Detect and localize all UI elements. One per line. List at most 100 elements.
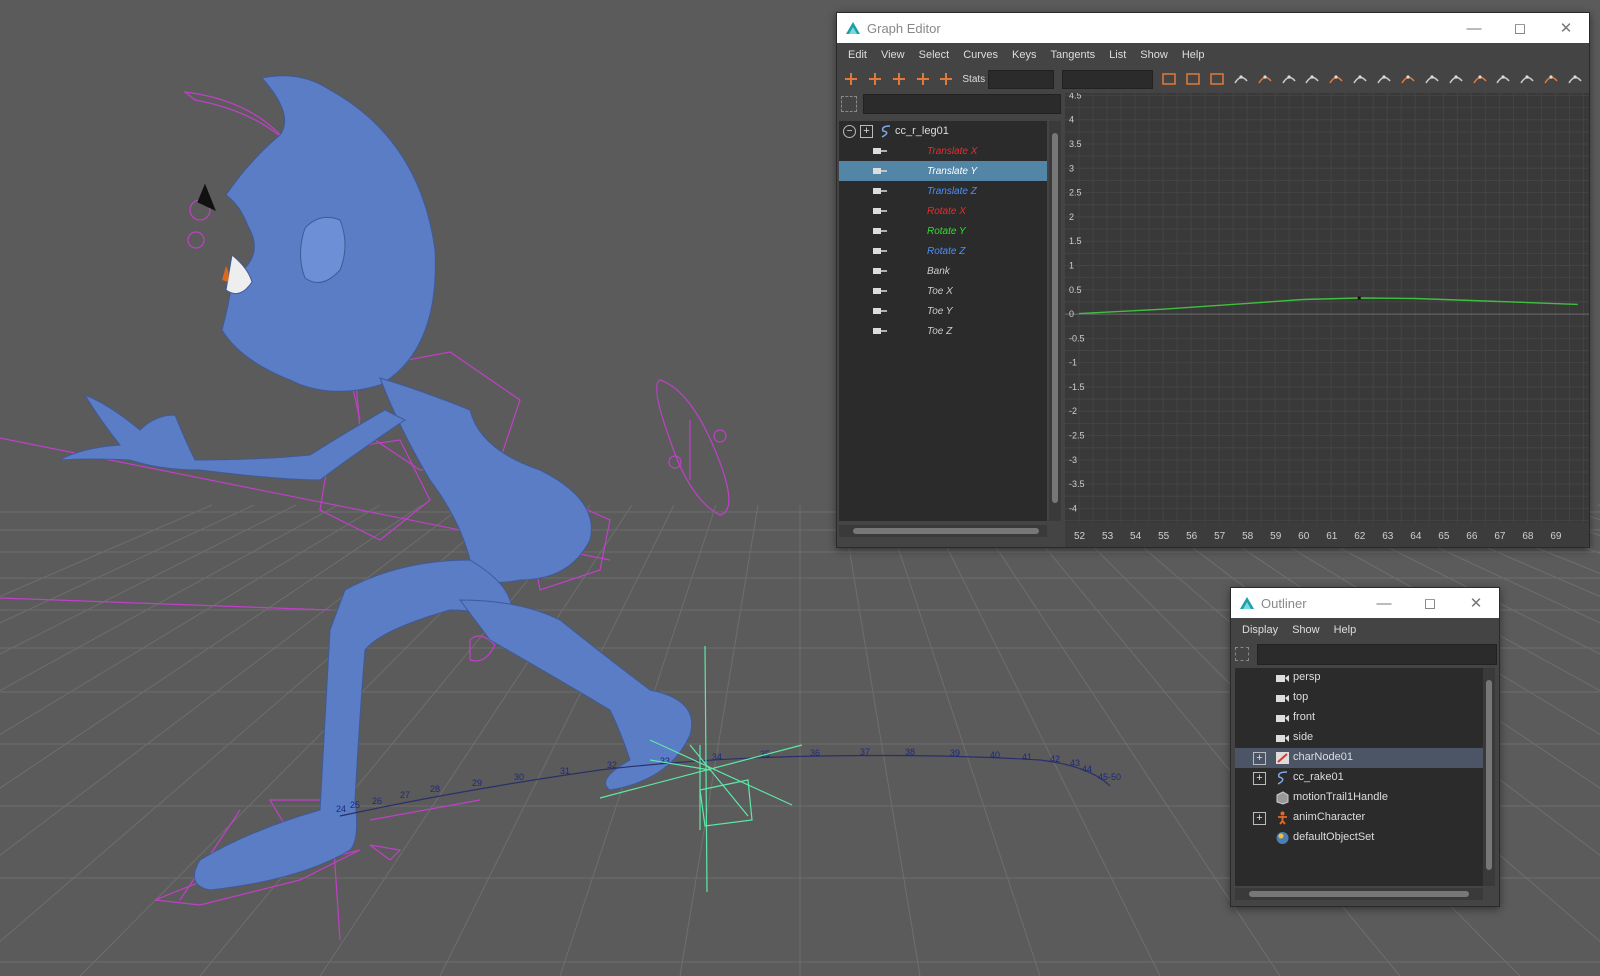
channel-row[interactable]: Rotate Z xyxy=(839,241,1047,261)
minimize-icon[interactable]: — xyxy=(1361,588,1407,618)
character-node-icon xyxy=(1276,752,1289,764)
outliner-search-input[interactable] xyxy=(1257,643,1497,665)
outliner-item-charNode01[interactable]: + charNode01 xyxy=(1235,748,1483,768)
lattice-deform-icon[interactable] xyxy=(889,70,909,88)
channel-label: Rotate Z xyxy=(927,245,966,257)
outliner-item-label: front xyxy=(1293,711,1316,723)
ge-menu-keys[interactable]: Keys xyxy=(1005,49,1043,61)
expand-icon[interactable]: + xyxy=(1253,772,1266,785)
channel-row[interactable]: Toe Z xyxy=(839,321,1047,341)
ol-menu-display[interactable]: Display xyxy=(1235,624,1285,636)
center-current-icon[interactable] xyxy=(1207,70,1227,88)
trail-frame-label: 40 xyxy=(990,750,1000,760)
y-tick-label: -3 xyxy=(1069,455,1077,465)
channel-row[interactable]: Translate X xyxy=(839,141,1047,161)
x-tick-label: 60 xyxy=(1298,531,1310,542)
stats-value-field[interactable] xyxy=(1061,69,1154,89)
curve-graph-view[interactable]: 4.5 4 3.5 3 2.5 2 1.5 1 0.5 0 -0.5 -1 -1.5 -2 -2.5 -3 -3… xyxy=(1065,93,1589,547)
graph-editor-titlebar[interactable]: Graph Editor — ◻ ✕ xyxy=(837,13,1589,43)
outliner-item-side[interactable]: side xyxy=(1235,728,1483,748)
linear-tangent-icon[interactable] xyxy=(1302,70,1322,88)
ge-menu-show[interactable]: Show xyxy=(1133,49,1175,61)
channel-row[interactable]: Bank xyxy=(839,261,1047,281)
curve-icon xyxy=(1277,771,1288,785)
outliner-vertical-scrollbar[interactable] xyxy=(1483,668,1495,886)
auto-tangent-icon[interactable] xyxy=(1231,70,1251,88)
filter-icon[interactable] xyxy=(841,96,857,112)
channel-row[interactable]: Toe X xyxy=(839,281,1047,301)
outliner-list[interactable]: persp top front side + charNode01 + cc_rake01 mo… xyxy=(1235,668,1483,886)
outliner-item-defaultObjectSet[interactable]: defaultObjectSet xyxy=(1235,828,1483,848)
trax-editor-icon[interactable] xyxy=(1565,70,1585,88)
ge-menu-curves[interactable]: Curves xyxy=(956,49,1005,61)
outliner-item-motionTrail1Handle[interactable]: motionTrail1Handle xyxy=(1235,788,1483,808)
channel-row[interactable]: Translate Z xyxy=(839,181,1047,201)
minimize-icon[interactable]: — xyxy=(1451,13,1497,43)
outliner-item-persp[interactable]: persp xyxy=(1235,668,1483,688)
buffer-curve-icon[interactable] xyxy=(1493,70,1513,88)
channel-list-vertical-scrollbar[interactable] xyxy=(1049,121,1061,521)
collapse-icon[interactable]: − xyxy=(843,124,856,138)
close-icon[interactable]: ✕ xyxy=(1543,13,1589,43)
lock-weight-icon[interactable] xyxy=(1470,70,1490,88)
outliner-titlebar[interactable]: Outliner — ◻ ✕ xyxy=(1231,588,1499,618)
insert-key-icon[interactable] xyxy=(865,70,885,88)
channel-list[interactable]: − + cc_r_leg01 Translate X Translate Y Tra… xyxy=(839,121,1047,521)
expand-icon[interactable]: + xyxy=(860,124,873,138)
ge-menu-help[interactable]: Help xyxy=(1175,49,1212,61)
unify-tangents-icon[interactable] xyxy=(1422,70,1442,88)
frame-all-icon[interactable] xyxy=(1159,70,1179,88)
outliner-horizontal-scrollbar[interactable] xyxy=(1235,888,1483,900)
region-select-icon[interactable] xyxy=(913,70,933,88)
close-icon[interactable]: ✕ xyxy=(1453,588,1499,618)
maximize-icon[interactable]: ◻ xyxy=(1407,588,1453,618)
ge-menu-select[interactable]: Select xyxy=(912,49,957,61)
expand-icon[interactable]: + xyxy=(1253,752,1266,765)
outliner-item-cc_rake01[interactable]: + cc_rake01 xyxy=(1235,768,1483,788)
filter-icon[interactable] xyxy=(1235,647,1249,661)
keyframe-point[interactable] xyxy=(1357,296,1361,300)
flat-tangent-icon[interactable] xyxy=(1326,70,1346,88)
channel-list-horizontal-scrollbar[interactable] xyxy=(839,525,1047,537)
channel-row[interactable]: Translate Y xyxy=(839,161,1047,181)
outliner-window[interactable]: Outliner — ◻ ✕ Display Show Help persp top f… xyxy=(1230,587,1500,907)
free-weight-icon[interactable] xyxy=(1446,70,1466,88)
maximize-icon[interactable]: ◻ xyxy=(1497,13,1543,43)
channel-row[interactable]: Rotate Y xyxy=(839,221,1047,241)
ge-menu-tangents[interactable]: Tangents xyxy=(1044,49,1103,61)
channel-row[interactable]: Toe Y xyxy=(839,301,1047,321)
break-tangents-icon[interactable] xyxy=(1398,70,1418,88)
channel-key-icon xyxy=(873,148,887,154)
outliner-item-animCharacter[interactable]: + animCharacter xyxy=(1235,808,1483,828)
channel-row[interactable]: Rotate X xyxy=(839,201,1047,221)
ge-menu-view[interactable]: View xyxy=(874,49,912,61)
clamped-tangent-icon[interactable] xyxy=(1279,70,1299,88)
graph-editor-search-input[interactable] xyxy=(863,94,1061,114)
outliner-item-front[interactable]: front xyxy=(1235,708,1483,728)
ol-menu-help[interactable]: Help xyxy=(1327,624,1364,636)
swap-buffer-icon[interactable] xyxy=(1517,70,1537,88)
retime-icon[interactable] xyxy=(937,70,957,88)
step-tangent-icon[interactable] xyxy=(1350,70,1370,88)
move-key-icon[interactable] xyxy=(841,70,861,88)
trail-frame-label: 33 xyxy=(660,756,670,766)
spline-tangent-icon[interactable] xyxy=(1255,70,1275,88)
expand-icon[interactable]: + xyxy=(1253,812,1266,825)
ol-menu-show[interactable]: Show xyxy=(1285,624,1327,636)
channel-label: Toe Y xyxy=(927,305,953,317)
dope-sheet-icon[interactable] xyxy=(1541,70,1561,88)
cube-icon xyxy=(1276,791,1289,805)
channel-label: Toe Z xyxy=(927,325,953,337)
outliner-item-label: side xyxy=(1293,731,1314,743)
graph-editor-window[interactable]: Graph Editor — ◻ ✕ Edit View Select Curves K… xyxy=(836,12,1590,548)
x-tick-label: 67 xyxy=(1494,531,1506,542)
outliner-item-top[interactable]: top xyxy=(1235,688,1483,708)
ge-menu-list[interactable]: List xyxy=(1102,49,1133,61)
plateau-tangent-icon[interactable] xyxy=(1374,70,1394,88)
person-icon xyxy=(1278,811,1287,825)
frame-playback-icon[interactable] xyxy=(1183,70,1203,88)
trail-frame-label: 27 xyxy=(400,790,410,800)
node-row[interactable]: − + cc_r_leg01 xyxy=(839,121,1047,141)
stats-frame-field[interactable] xyxy=(988,69,1054,89)
ge-menu-edit[interactable]: Edit xyxy=(841,49,874,61)
